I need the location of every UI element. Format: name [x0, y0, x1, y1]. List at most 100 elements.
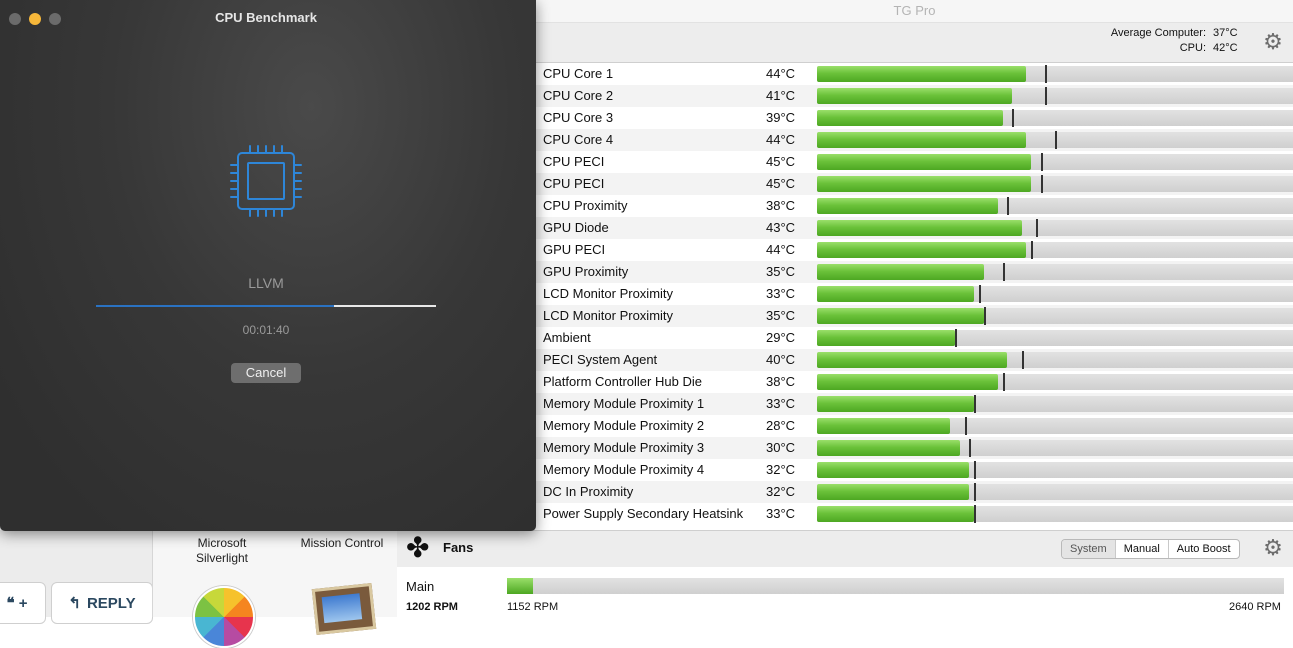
sensor-bar-fill [817, 110, 1003, 126]
sensor-max-marker [969, 439, 971, 457]
reply-arrow-icon: ↰ [68, 595, 81, 612]
sensor-max-marker [974, 461, 976, 479]
mode-manual-button[interactable]: Manual [1114, 540, 1168, 558]
sensor-row[interactable]: CPU Core 3 39°C [536, 107, 1293, 129]
sensor-row[interactable]: GPU Proximity 35°C [536, 261, 1293, 283]
sensor-bar-track [817, 505, 1293, 523]
sensor-row[interactable]: LCD Monitor Proximity 33°C [536, 283, 1293, 305]
average-value: 37°C [1213, 27, 1238, 39]
sensor-temperature: 30°C [766, 440, 796, 455]
sensor-name: CPU PECI [543, 176, 605, 191]
sensor-name: GPU Proximity [543, 264, 629, 279]
sensor-row[interactable]: PECI System Agent 40°C [536, 349, 1293, 371]
sensor-row[interactable]: GPU Diode 43°C [536, 217, 1293, 239]
benchmark-progress-fill [96, 305, 334, 307]
sensor-name: Memory Module Proximity 2 [543, 418, 705, 433]
sensor-name: CPU Core 2 [543, 88, 614, 103]
sensor-name: Memory Module Proximity 1 [543, 396, 705, 411]
photos-icon[interactable] [193, 586, 255, 648]
sensor-bar-track [817, 395, 1293, 413]
sensor-name: Platform Controller Hub Die [543, 374, 702, 389]
sensor-temperature: 40°C [766, 352, 796, 367]
preview-icon[interactable] [311, 582, 377, 636]
sensor-name: GPU PECI [543, 242, 606, 257]
sensor-bar-track [817, 285, 1293, 303]
sensor-name: LCD Monitor Proximity [543, 286, 674, 301]
sensor-bar-fill [817, 440, 960, 456]
sensor-name: Power Supply Secondary Heatsink [543, 506, 744, 521]
sensor-bar-track [817, 351, 1293, 369]
sensor-row[interactable]: CPU Proximity 38°C [536, 195, 1293, 217]
sensor-temperature: 33°C [766, 506, 796, 521]
sensor-max-marker [955, 329, 957, 347]
mode-system-button[interactable]: System [1062, 540, 1115, 558]
sensor-row[interactable]: Platform Controller Hub Die 38°C [536, 371, 1293, 393]
gear-icon[interactable]: ⚙ [1263, 31, 1283, 53]
quote-button[interactable]: ❝ + [0, 582, 46, 624]
sensor-bar-fill [817, 132, 1026, 148]
sensor-bar-fill [817, 506, 974, 522]
reply-button[interactable]: ↰ REPLY [51, 582, 153, 624]
sensor-bar-fill [817, 154, 1031, 170]
sensor-name: CPU Core 3 [543, 110, 614, 125]
sensor-row[interactable]: LCD Monitor Proximity 35°C [536, 305, 1293, 327]
cancel-button[interactable]: Cancel [231, 363, 301, 383]
fan-speed-track [507, 578, 1284, 594]
sensor-row[interactable]: CPU PECI 45°C [536, 173, 1293, 195]
sensor-bar-track [817, 241, 1293, 259]
sensor-temperature: 44°C [766, 66, 796, 81]
sensor-row[interactable]: Ambient 29°C [536, 327, 1293, 349]
tgpro-window-title: TG Pro [536, 0, 1293, 23]
sensor-row[interactable]: CPU Core 4 44°C [536, 129, 1293, 151]
app-label-mission-control[interactable]: Mission Control [287, 536, 397, 551]
fan-mode-segmented-control: System Manual Auto Boost [1061, 539, 1240, 559]
app-label-silverlight[interactable]: Microsoft Silverlight [167, 536, 277, 566]
sensor-bar-fill [817, 264, 984, 280]
sensor-max-marker [1036, 219, 1038, 237]
sensor-row[interactable]: Memory Module Proximity 4 32°C [536, 459, 1293, 481]
sensor-temperature: 33°C [766, 396, 796, 411]
mode-auto-boost-button[interactable]: Auto Boost [1167, 540, 1239, 558]
sensor-row[interactable]: Power Supply Secondary Heatsink 33°C [536, 503, 1293, 525]
sensor-bar-track [817, 131, 1293, 149]
sensor-row[interactable]: CPU Core 1 44°C [536, 63, 1293, 85]
sensor-temperature: 43°C [766, 220, 796, 235]
sensor-row[interactable]: Memory Module Proximity 2 28°C [536, 415, 1293, 437]
sensor-bar-track [817, 483, 1293, 501]
sensor-bar-fill [817, 176, 1031, 192]
sensor-bar-fill [817, 418, 950, 434]
fan-min-rpm: 1152 RPM [507, 601, 559, 613]
sensor-name: CPU Proximity [543, 198, 628, 213]
window-backdrop [0, 0, 536, 531]
sensor-row[interactable]: CPU PECI 45°C [536, 151, 1293, 173]
sensor-row[interactable]: DC In Proximity 32°C [536, 481, 1293, 503]
cpu-benchmark-window: CPU Benchmark LLVM 00:01:40 Cancel [0, 0, 536, 531]
sensor-temperature: 38°C [766, 374, 796, 389]
current-test-name: LLVM [248, 275, 284, 291]
sensor-bar-fill [817, 462, 969, 478]
reply-label: REPLY [86, 594, 136, 612]
sensor-name: CPU Core 4 [543, 132, 614, 147]
sensor-temperature: 41°C [766, 88, 796, 103]
sensor-list: CPU Core 1 44°C CPU Core 2 41°C CPU Core 3 39… [536, 63, 1293, 527]
sensor-bar-fill [817, 396, 974, 412]
sensor-name: LCD Monitor Proximity [543, 308, 674, 323]
fan-max-rpm: 2640 RPM [1229, 601, 1281, 613]
cpu-readout: CPU: 42°C [1096, 42, 1247, 54]
sensor-max-marker [1041, 153, 1043, 171]
sensor-max-marker [974, 505, 976, 523]
sensor-row[interactable]: Memory Module Proximity 3 30°C [536, 437, 1293, 459]
sensor-bar-track [817, 87, 1293, 105]
fans-gear-icon[interactable]: ⚙ [1263, 537, 1283, 559]
sensor-row[interactable]: CPU Core 2 41°C [536, 85, 1293, 107]
sensor-bar-track [817, 65, 1293, 83]
sensor-row[interactable]: GPU PECI 44°C [536, 239, 1293, 261]
sensor-bar-fill [817, 242, 1026, 258]
sensor-row[interactable]: Memory Module Proximity 1 33°C [536, 393, 1293, 415]
sensor-name: CPU PECI [543, 154, 605, 169]
sensor-temperature: 33°C [766, 286, 796, 301]
sensor-bar-fill [817, 484, 969, 500]
sensor-bar-fill [817, 220, 1022, 236]
sensor-bar-fill [817, 352, 1007, 368]
sensor-max-marker [1003, 263, 1005, 281]
